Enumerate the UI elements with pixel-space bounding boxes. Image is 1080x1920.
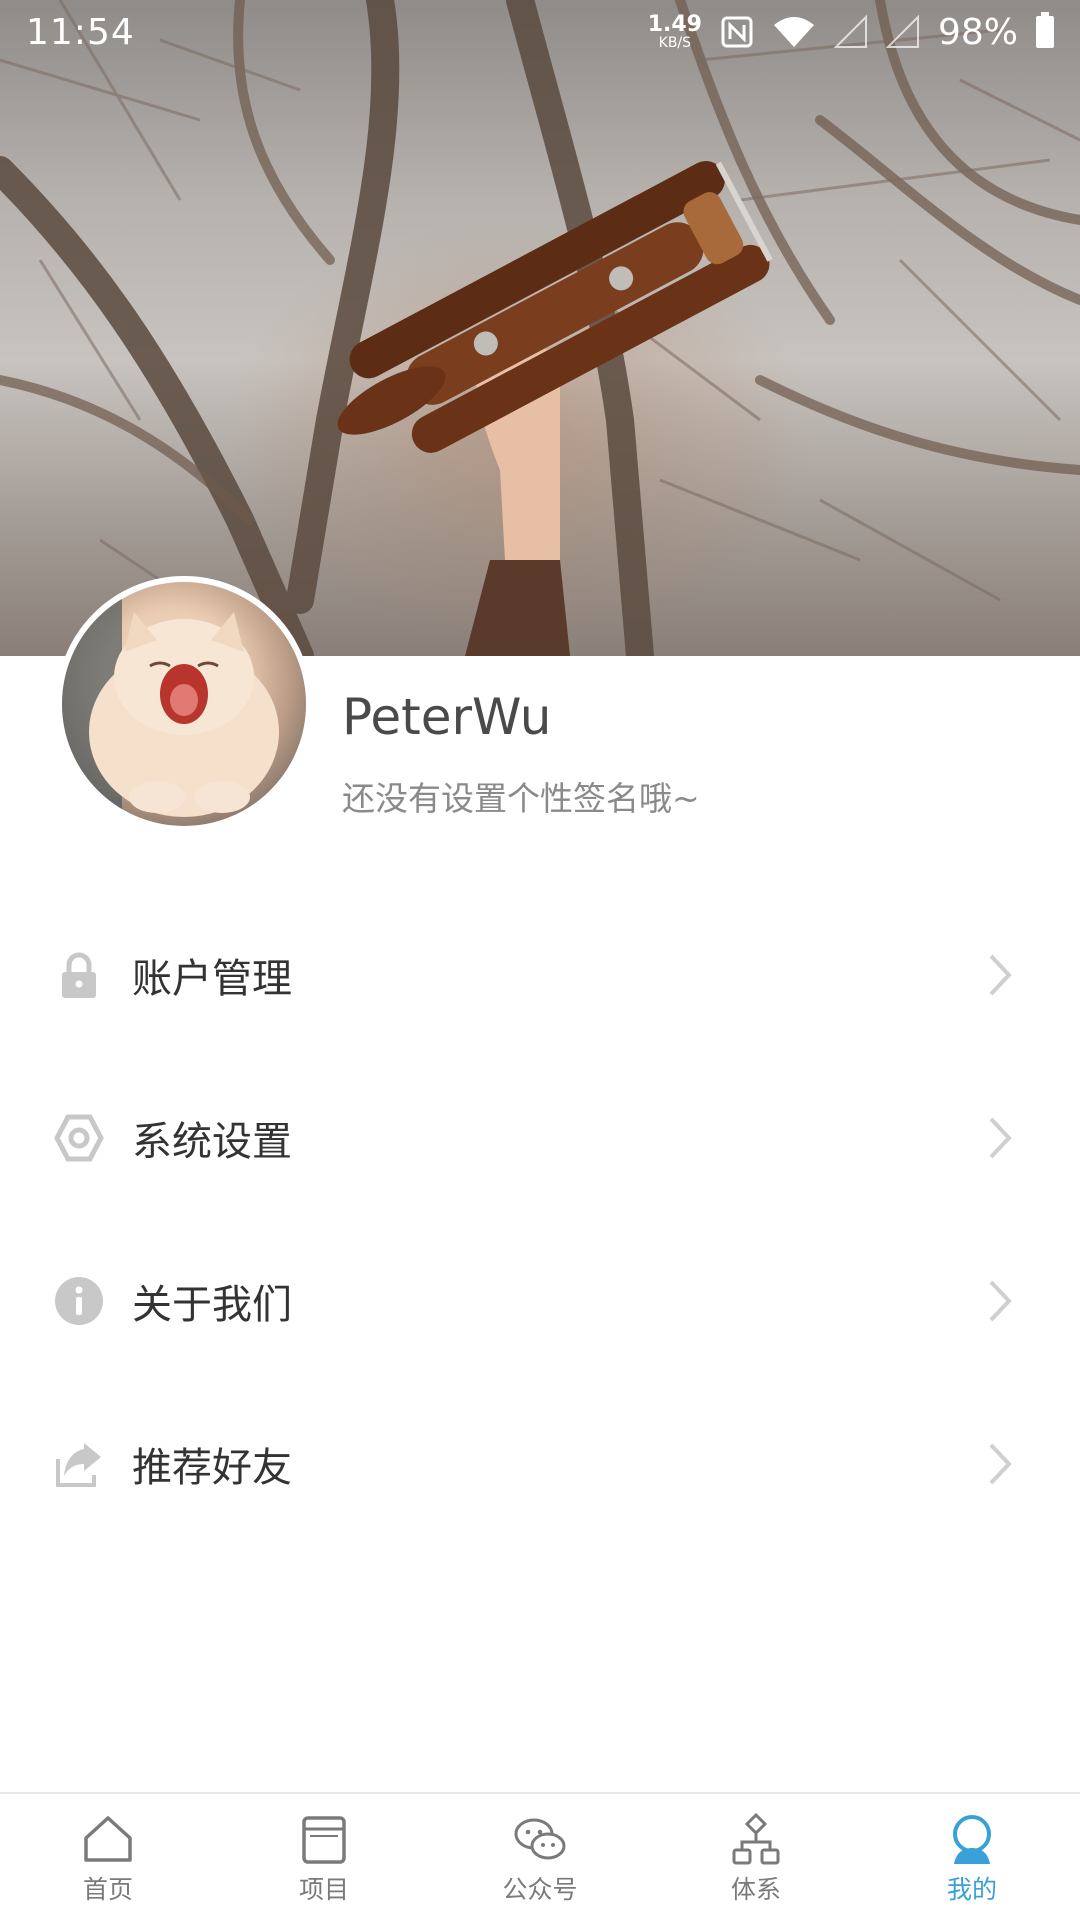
- nav-label: 体系: [730, 1875, 781, 1904]
- wechat-icon: [514, 1818, 566, 1860]
- network-speed-unit: KB/S: [658, 35, 692, 51]
- menu-item-account[interactable]: 账户管理: [0, 893, 1080, 1056]
- nav-item-project[interactable]: 项目: [216, 1794, 432, 1920]
- nav-item-system[interactable]: 体系: [648, 1794, 864, 1920]
- network-speed-value: 1.49: [647, 12, 702, 37]
- status-bar: 11:54 1.49 KB/S 98%: [0, 0, 1080, 64]
- menu-item-label: 推荐好友: [132, 1444, 292, 1491]
- info-icon: [55, 1276, 103, 1325]
- nav-label: 首页: [82, 1875, 133, 1904]
- settings-hexagon-icon: [54, 1114, 104, 1161]
- menu-item-settings[interactable]: 系统设置: [0, 1056, 1080, 1219]
- profile-menu: 账户管理 系统设置 关于我们 推荐好友: [0, 893, 1080, 1545]
- battery-icon: [1036, 12, 1054, 48]
- project-icon: [302, 1816, 346, 1864]
- nav-item-wechat[interactable]: 公众号: [432, 1794, 648, 1920]
- nav-item-home[interactable]: 首页: [0, 1794, 216, 1920]
- menu-item-recommend[interactable]: 推荐好友: [0, 1382, 1080, 1545]
- battery-percent: 98%: [937, 11, 1018, 53]
- wifi-icon: [773, 17, 814, 47]
- nav-label: 项目: [298, 1875, 349, 1904]
- chevron-right-icon: [989, 954, 1012, 995]
- chevron-right-icon: [989, 1280, 1012, 1321]
- profile-bulb-icon: [953, 1815, 991, 1864]
- nav-item-mine[interactable]: 我的: [864, 1794, 1080, 1920]
- status-time: 11:54: [26, 11, 135, 53]
- menu-item-label: 系统设置: [132, 1118, 292, 1165]
- chevron-right-icon: [989, 1117, 1012, 1158]
- profile-signature: 还没有设置个性签名哦~: [342, 779, 700, 818]
- profile-header-photo: [0, 0, 1080, 656]
- menu-item-label: 账户管理: [132, 955, 292, 1002]
- lock-icon: [62, 952, 96, 998]
- network-speed: 1.49 KB/S: [647, 12, 702, 51]
- nfc-icon: [721, 16, 753, 48]
- home-icon: [84, 1816, 132, 1862]
- menu-item-about[interactable]: 关于我们: [0, 1219, 1080, 1382]
- status-indicators: 1.49 KB/S 98%: [648, 12, 1054, 53]
- signal-sim1-icon: [833, 15, 867, 48]
- nav-label: 我的: [946, 1875, 997, 1904]
- signal-sim2-icon: [885, 15, 919, 48]
- hierarchy-icon: [732, 1812, 780, 1865]
- nav-label: 公众号: [502, 1875, 578, 1904]
- menu-item-label: 关于我们: [132, 1281, 292, 1328]
- avatar[interactable]: [56, 576, 312, 832]
- profile-name: PeterWu: [342, 688, 552, 746]
- share-icon: [56, 1442, 101, 1487]
- chevron-right-icon: [989, 1443, 1012, 1484]
- bottom-navigation: 首页 项目 公众号 体系 我的: [0, 1792, 1080, 1920]
